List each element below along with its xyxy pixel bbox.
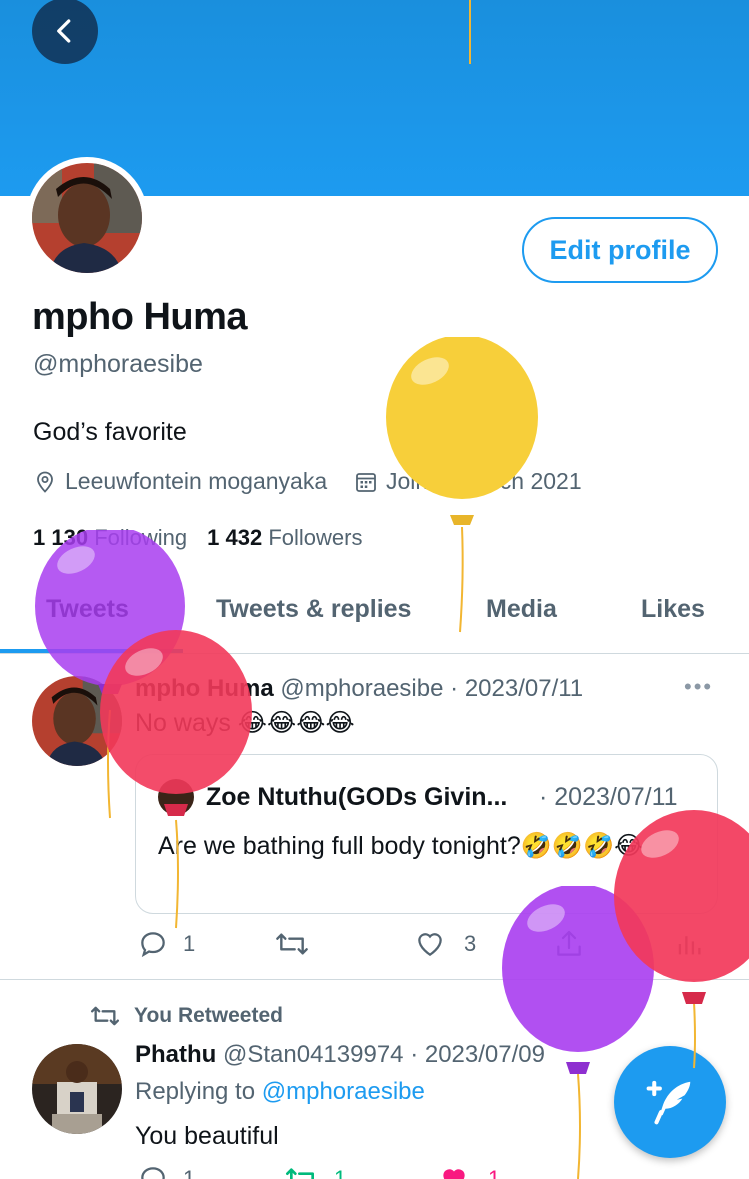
tweet-author[interactable]: mpho Huma <box>135 675 274 702</box>
profile-handle: @mphoraesibe <box>33 350 203 378</box>
follow-counts: 1 130 Following 1 432 Followers <box>33 525 362 551</box>
tab-tweets-replies[interactable]: Tweets & replies <box>216 595 411 624</box>
replying-prefix: Replying to <box>135 1078 256 1105</box>
replying-to-link[interactable]: @mphoraesibe <box>262 1078 425 1105</box>
tweet-author[interactable]: Phathu <box>135 1041 216 1068</box>
retweet-count: 1 <box>334 1166 347 1179</box>
joined-text: Joined March 2021 <box>386 468 582 494</box>
reply-icon <box>141 932 165 958</box>
more-icon[interactable]: ••• <box>684 674 713 700</box>
reply-count: 1 <box>183 1166 196 1179</box>
tab-likes[interactable]: Likes <box>641 595 705 624</box>
profile-avatar[interactable] <box>26 157 148 279</box>
reply-icon <box>141 1167 165 1179</box>
share-action[interactable] <box>553 928 585 960</box>
tweet-date: 2023/07/11 <box>464 675 584 702</box>
calendar-icon <box>356 472 376 492</box>
retweet-icon <box>90 1006 119 1026</box>
quoted-tweet[interactable]: Zoe Ntuthu(GODs Givin... · 2023/07/11 Ar… <box>135 754 718 914</box>
tweet-text: No ways 😂😂😂😂 <box>135 709 355 737</box>
reply-action[interactable]: 1 <box>137 928 195 960</box>
quote-date: · 2023/07/11 <box>539 783 678 811</box>
like-icon <box>443 1169 465 1179</box>
tweet-handle: @mphoraesibe <box>280 675 444 702</box>
analytics-icon <box>678 936 701 955</box>
quote-header: Zoe Ntuthu(GODs Givin... <box>206 783 507 812</box>
like-action[interactable]: 3 <box>414 928 476 960</box>
location-pin-icon <box>37 471 53 493</box>
active-tab-indicator <box>0 649 183 653</box>
tweet-header: mpho Huma @mphoraesibe · 2023/07/11 <box>135 675 583 703</box>
followers-link[interactable]: 1 432 Followers <box>207 525 362 551</box>
retweeted-text: You Retweeted <box>134 1004 283 1027</box>
tweet-handle: @Stan04139974 <box>223 1041 404 1068</box>
retweet-icon <box>276 933 308 955</box>
compose-tweet-icon <box>646 1080 691 1125</box>
retweet-icon <box>286 1168 314 1179</box>
compose-tweet-button[interactable] <box>614 1046 726 1158</box>
quote-avatar <box>158 779 194 815</box>
followers-count: 1 432 <box>207 525 263 550</box>
tweet-date: 2023/07/09 <box>424 1041 545 1068</box>
profile-tabs: Tweets Tweets & replies Media Likes <box>0 575 749 654</box>
profile-name: mpho Huma <box>32 296 248 338</box>
quote-text: Are we bathing full body tonight?🤣🤣🤣😂 <box>158 832 644 860</box>
profile-joined: Joined March 2021 <box>354 468 582 495</box>
following-label: Following <box>94 525 188 550</box>
tweet-avatar[interactable] <box>32 1044 122 1134</box>
retweet-action[interactable]: 1 <box>284 1163 346 1179</box>
retweet-action[interactable] <box>274 928 310 960</box>
tab-media[interactable]: Media <box>486 595 557 624</box>
like-action[interactable]: 1 <box>438 1163 500 1179</box>
reply-count: 1 <box>183 931 196 956</box>
balloon-string <box>469 0 471 64</box>
like-count: 3 <box>464 931 477 956</box>
retweeted-label: You Retweeted <box>88 1002 283 1030</box>
quote-author: Zoe Ntuthu(GODs Givin... <box>206 783 508 811</box>
tweet-separator: · <box>410 1041 419 1068</box>
replying-to: Replying to @mphoraesibe <box>135 1078 425 1106</box>
share-icon <box>557 930 581 956</box>
tweet-avatar[interactable] <box>32 676 122 766</box>
tweet-separator: · <box>450 675 459 702</box>
back-button[interactable] <box>32 0 98 64</box>
edit-profile-button[interactable]: Edit profile <box>522 217 718 283</box>
location-text: Leeuwfontein moganyaka <box>65 468 328 494</box>
tweet-header: Phathu @Stan04139974 · 2023/07/09 <box>135 1041 545 1069</box>
tweet-text: You beautiful <box>135 1122 279 1150</box>
profile-location: Leeuwfontein moganyaka <box>33 468 327 495</box>
back-arrow-icon <box>57 19 71 43</box>
following-count: 1 130 <box>33 525 89 550</box>
tab-tweets[interactable]: Tweets <box>46 595 129 624</box>
following-link[interactable]: 1 130 Following <box>33 525 187 551</box>
like-count: 1 <box>488 1166 501 1179</box>
followers-label: Followers <box>268 525 363 550</box>
reply-action[interactable]: 1 <box>137 1163 195 1179</box>
analytics-action[interactable] <box>676 928 702 960</box>
profile-bio: God’s favorite <box>33 418 187 446</box>
like-icon <box>418 933 442 957</box>
tweet-divider <box>0 979 749 980</box>
